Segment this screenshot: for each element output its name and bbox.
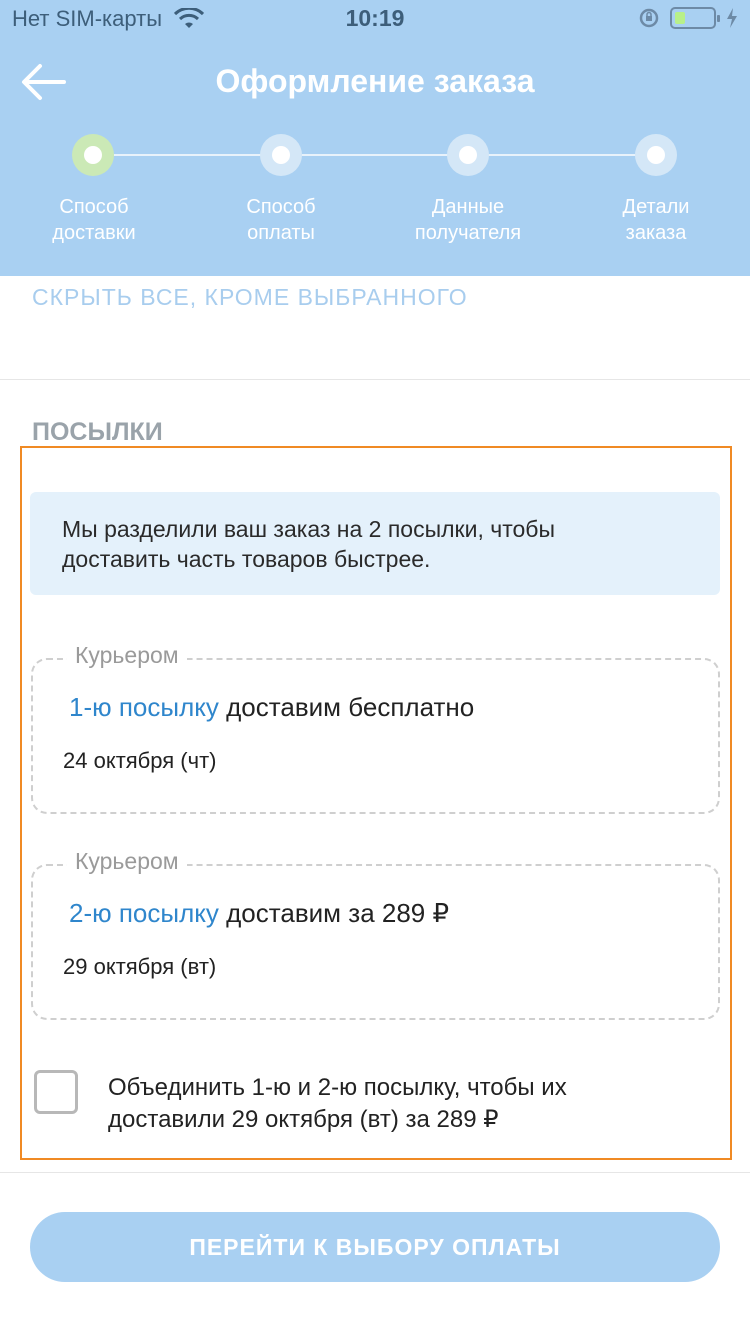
parcel-link[interactable]: 1-ю посылку (69, 692, 219, 722)
combine-parcels-option[interactable]: Объединить 1-ю и 2-ю посылку, чтобы их д… (34, 1070, 724, 1150)
delivery-method-label: Курьером (67, 642, 187, 669)
step-label-recipient: Данные получателя (414, 196, 522, 244)
checkout-stepper: Способ доставки Способ оплаты Данные получа… (0, 130, 750, 270)
status-right (638, 7, 738, 29)
page-title: Оформление заказа (215, 63, 535, 99)
header: Нет SIM-карты 10:19 Оформление заказа Сп… (0, 0, 750, 276)
parcel-date: 29 октября (вт) (63, 954, 217, 979)
step-dot-delivery[interactable] (72, 134, 114, 176)
step-label-details: Детали заказа (622, 196, 690, 244)
parcel-date: 24 октября (чт) (63, 748, 217, 773)
delivery-method-label: Курьером (67, 848, 187, 875)
divider (0, 379, 750, 380)
step-label-payment: Способ оплаты (246, 196, 316, 244)
combine-label: Объединить 1-ю и 2-ю посылку, чтобы их д… (108, 1074, 567, 1133)
parcel-summary: 1-ю посылку доставим бесплатно (69, 692, 474, 723)
hide-others-link[interactable]: СКРЫТЬ ВСЕ, КРОМЕ ВЫБРАННОГО (32, 284, 468, 311)
step-dot-recipient[interactable] (447, 134, 489, 176)
parcel-link[interactable]: 2-ю посылку (69, 898, 219, 928)
step-label-delivery: Способ доставки (52, 196, 136, 244)
step-connector (114, 154, 262, 156)
step-dot-payment[interactable] (260, 134, 302, 176)
parcel-cost-text: доставим бесплатно (226, 692, 475, 722)
section-title-parcels: ПОСЫЛКИ (32, 418, 163, 446)
parcel-summary: 2-ю посылку доставим за 289 ₽ (69, 898, 449, 929)
orientation-lock-icon (639, 8, 659, 28)
go-to-payment-button[interactable]: ПЕРЕЙТИ К ВЫБОРУ ОПЛАТЫ (30, 1212, 720, 1282)
battery-icon (670, 7, 720, 29)
combine-checkbox[interactable] (34, 1070, 78, 1114)
charging-icon (727, 8, 737, 28)
split-order-info: Мы разделили ваш заказ на 2 посылки, что… (30, 492, 720, 595)
step-connector (488, 154, 636, 156)
divider (0, 1172, 750, 1173)
step-dot-details[interactable] (635, 134, 677, 176)
status-bar: Нет SIM-карты 10:19 (0, 0, 750, 40)
parcel-card: Курьером 2-ю посылку доставим за 289 ₽ 2… (31, 848, 720, 1020)
step-connector (302, 154, 448, 156)
parcel-cost-text: доставим за 289 ₽ (226, 898, 450, 928)
parcel-card: Курьером 1-ю посылку доставим бесплатно … (31, 642, 720, 814)
